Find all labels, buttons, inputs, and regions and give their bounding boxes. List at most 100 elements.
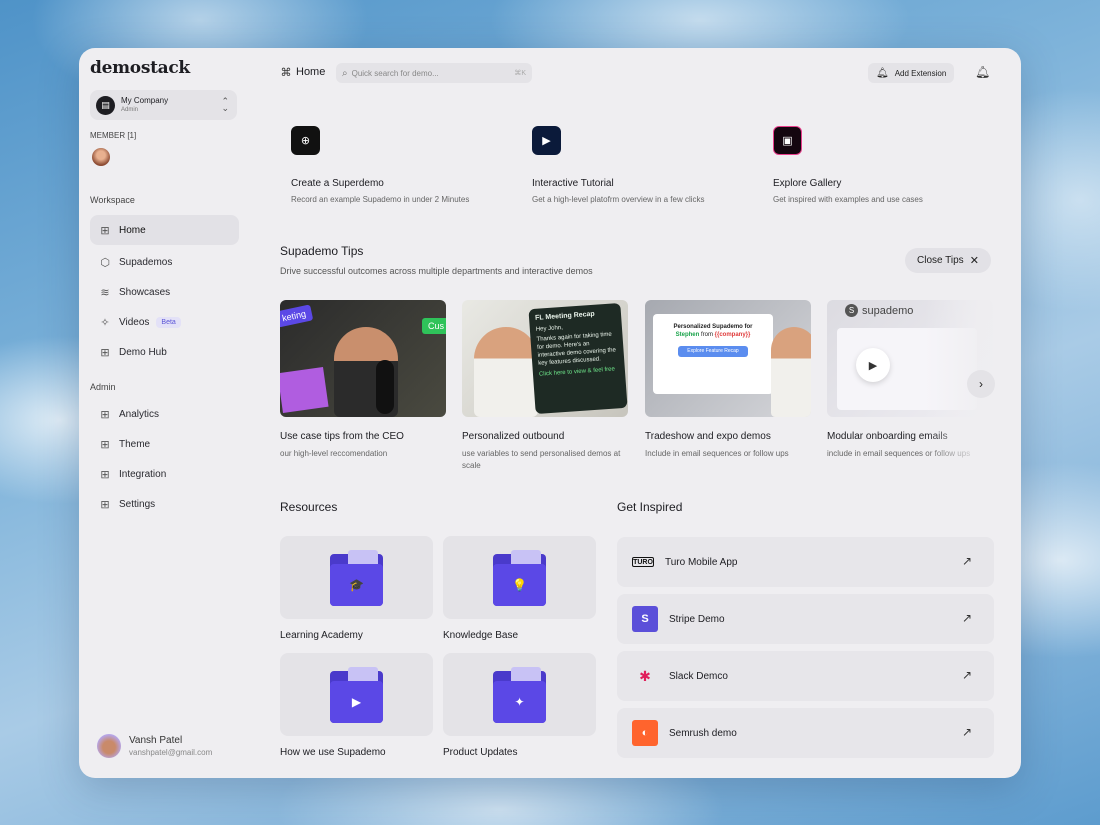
microphone-icon (376, 360, 394, 414)
sidebar-item-label: Analytics (119, 408, 160, 420)
grid-icon: ⊞ (100, 498, 110, 511)
quick-action-desc: Get inspired with examples and use cases (773, 195, 923, 204)
page-title-text: Home (296, 66, 326, 78)
add-extension-button[interactable]: 🔔︎ Add Extension (868, 63, 955, 83)
resource-label: How we use Supademo (280, 747, 386, 758)
slack-logo-icon: ✱ (639, 667, 651, 684)
play-icon: ▶ (856, 348, 890, 382)
resource-knowledge-base[interactable]: 💡 Knowledge Base (443, 536, 596, 641)
carousel-next-button[interactable]: › (967, 370, 995, 398)
chevron-up-down-icon: ⌃ ⌄ (221, 96, 229, 113)
notifications-bell-icon[interactable]: 🔔︎ (975, 65, 990, 79)
quick-action-create-superdemo[interactable]: ⊕ Create a Superdemo Record an example S… (291, 126, 521, 204)
screen-play-icon: ▶ (532, 126, 561, 155)
grid-icon: ⊞ (100, 408, 110, 421)
sidebar-item-videos[interactable]: ✧ Videos Beta (90, 307, 239, 337)
add-extension-label: Add Extension (894, 68, 947, 78)
thumb-email-card: FL Meeting Recap Hey John, Thanks again … (528, 302, 628, 415)
tip-desc: include in email sequences or follow ups (827, 449, 971, 458)
inspired-item-slack[interactable]: ✱ Slack Demco ↗ (617, 651, 994, 701)
tip-title: Personalized outbound (462, 431, 565, 442)
sidebar-item-home[interactable]: ⊞ Home (90, 215, 239, 245)
arrow-up-right-icon: ↗ (961, 554, 972, 568)
sidebar: demostack ▤ My Company Admin ⌃ ⌄ MEMBER [… (79, 48, 251, 778)
tip-card[interactable]: FL Meeting Recap Hey John, Thanks again … (462, 300, 628, 472)
thumb-person (474, 327, 538, 417)
get-inspired-title: Get Inspired (617, 500, 683, 514)
gallery-icon: ▣ (773, 126, 802, 155)
sidebar-item-label: Integration (119, 468, 167, 480)
company-switcher[interactable]: ▤ My Company Admin ⌃ ⌄ (90, 90, 237, 120)
sidebar-item-analytics[interactable]: ⊞ Analytics (90, 399, 239, 429)
tip-thumbnail: FL Meeting Recap Hey John, Thanks again … (462, 300, 628, 417)
inspired-item-semrush[interactable]: ◐ Semrush demo ↗ (617, 708, 994, 758)
tip-thumbnail: keting Cus (280, 300, 446, 417)
sidebar-item-theme[interactable]: ⊞ Theme (90, 429, 239, 459)
user-email: vanshpatel@gmail.com (129, 748, 213, 757)
search-shortcut: ⌘K (514, 70, 526, 77)
company-role: Admin (121, 107, 139, 113)
bell-icon: 🔔︎ (876, 67, 889, 79)
quick-action-title: Create a Superdemo (291, 178, 384, 189)
quick-action-desc: Record an example Supademo in under 2 Mi… (291, 195, 470, 204)
sidebar-item-demo-hub[interactable]: ⊞ Demo Hub (90, 337, 239, 367)
inspired-label: Stripe Demo (669, 613, 725, 625)
grid-icon: ⊞ (100, 438, 110, 451)
folder-icon: ▶ (330, 667, 383, 723)
inspired-label: Turo Mobile App (665, 556, 738, 568)
resources-title: Resources (280, 500, 338, 514)
sidebar-item-label: Videos (119, 316, 150, 328)
play-icon: ▶ (330, 681, 383, 723)
tip-thumbnail: Personalized Supademo for Stephen from {… (645, 300, 811, 417)
sidebar-item-integration[interactable]: ⊞ Integration (90, 459, 239, 489)
thumb-person (771, 327, 811, 417)
sidebar-item-label: Home (119, 224, 146, 236)
folder-icon: 💡 (493, 550, 546, 606)
resource-how-we-use-supademo[interactable]: ▶ How we use Supademo (280, 653, 433, 758)
sidebar-item-settings[interactable]: ⊞ Settings (90, 489, 239, 519)
supademo-brand: Ssupademo (845, 304, 913, 317)
search-placeholder: Quick search for demo... (351, 68, 439, 78)
app-window: demostack ▤ My Company Admin ⌃ ⌄ MEMBER [… (79, 48, 1021, 778)
resource-product-updates[interactable]: ✦ Product Updates (443, 653, 596, 758)
grid-icon: ⊞ (100, 468, 110, 481)
app-logo[interactable]: demostack (90, 58, 190, 78)
company-avatar: ▤ (96, 95, 115, 115)
admin-label: Admin (90, 382, 116, 392)
member-avatar[interactable] (92, 148, 110, 166)
quick-action-interactive-tutorial[interactable]: ▶ Interactive Tutorial Get a high-level … (532, 126, 762, 204)
search-input[interactable]: ⌕ Quick search for demo... ⌘K (336, 63, 532, 83)
close-tips-button[interactable]: Close Tips ✕ (905, 248, 991, 273)
tip-card[interactable]: Personalized Supademo for Stephen from {… (645, 300, 811, 460)
resource-learning-academy[interactable]: 🎓 Learning Academy (280, 536, 433, 641)
stripe-logo-icon: S (632, 606, 658, 632)
inspired-item-turo[interactable]: TURO Turo Mobile App ↗ (617, 537, 994, 587)
grid-icon: ⊞ (100, 346, 110, 359)
sidebar-item-label: Theme (119, 438, 151, 450)
tip-card[interactable]: keting Cus Use case tips from the CEO ou… (280, 300, 446, 460)
quick-action-explore-gallery[interactable]: ▣ Explore Gallery Get inspired with exam… (773, 126, 1003, 204)
arrow-up-right-icon: ↗ (961, 725, 972, 739)
sidebar-item-showcases[interactable]: ≋ Showcases (90, 277, 239, 307)
workspace-label: Workspace (90, 195, 135, 205)
beta-badge: Beta (156, 316, 181, 328)
sidebar-item-supademos[interactable]: ⬡ Supademos (90, 247, 239, 277)
chevron-right-icon: › (979, 377, 983, 391)
sidebar-item-label: Demo Hub (119, 346, 167, 358)
tip-title: Tradeshow and expo demos (645, 431, 771, 442)
tips-subtitle: Drive successful outcomes across multipl… (280, 266, 593, 276)
sidebar-item-label: Settings (119, 498, 156, 510)
close-tips-label: Close Tips (917, 255, 964, 266)
home-grid-icon: ⌘ (280, 66, 292, 79)
inspired-item-stripe[interactable]: S Stripe Demo ↗ (617, 594, 994, 644)
turo-logo-icon: TURO (632, 557, 654, 567)
graduation-cap-icon: 🎓 (330, 564, 383, 606)
folder-plus-icon: ⊕ (291, 126, 320, 155)
tip-desc: Include in email sequences or follow ups (645, 449, 789, 458)
thumb-bubble: keting (280, 304, 314, 328)
quick-action-title: Explore Gallery (773, 178, 842, 189)
user-profile[interactable]: Vansh Patel vanshpatel@gmail.com (97, 734, 212, 758)
inspired-label: Slack Demco (669, 670, 728, 682)
thumb-bubble: Cus (421, 318, 446, 334)
sidebar-item-label: Supademos (119, 256, 173, 268)
